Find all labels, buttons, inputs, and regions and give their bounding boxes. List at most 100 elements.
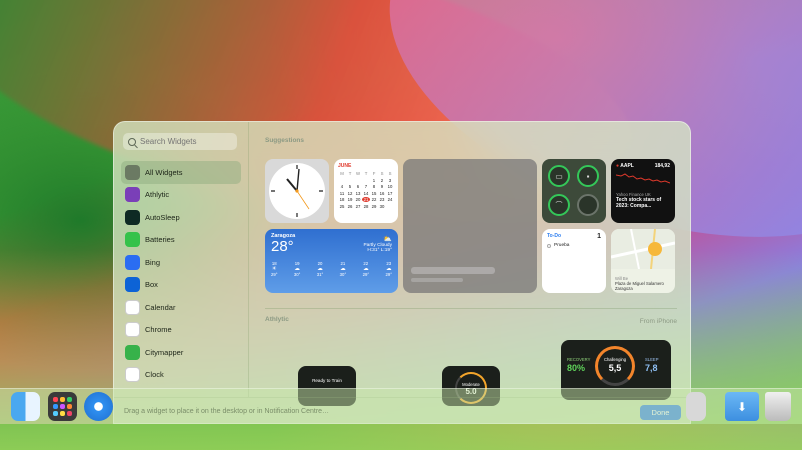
sidebar-item-label: Box — [145, 280, 158, 290]
search-icon — [128, 137, 136, 146]
todo-item[interactable]: Prueba — [547, 243, 601, 248]
safari-icon[interactable] — [84, 392, 113, 421]
calendar-date: 26 — [347, 203, 353, 209]
map-tile — [611, 229, 675, 270]
weather-widget[interactable]: Zaragoza 28° ⛅ Partly Cloudy H:31° L:19°… — [265, 229, 398, 293]
clock-icon — [125, 367, 140, 383]
trash-icon[interactable] — [765, 392, 791, 421]
section-divider — [265, 308, 677, 309]
todo-task: Prueba — [554, 243, 570, 248]
dock — [0, 388, 802, 424]
airpods-battery-icon: ⌒ — [548, 194, 570, 216]
sidebar-item[interactable]: Batteries — [121, 229, 241, 252]
maps-widget[interactable]: Will Be Plaza de Miguel Salamero Zaragoz… — [611, 229, 675, 293]
calendar-date: 19 — [347, 197, 353, 202]
batteries-widget[interactable]: ▭ ▪ ⌒ — [542, 159, 606, 223]
sidebar-item[interactable]: Athlytic — [121, 184, 241, 207]
forecast-temp: 31° — [316, 272, 324, 277]
calendar-widget[interactable]: JUNE M T W T F S S 1 2 3 4 5 6 7 8 9 10 11 12 13 14 15 16 17 18 1… — [334, 159, 398, 223]
forecast-hour: 23 ☁ 29° — [385, 261, 392, 277]
forecast-hour: 22 ☁ 29° — [363, 261, 370, 277]
checkbox-icon[interactable] — [547, 243, 551, 248]
athlytic-ready-label: Ready to Train — [312, 378, 342, 383]
sidebar: All Widgets Athlytic AutoSleep Batteries Bin… — [114, 122, 249, 397]
sidebar-item[interactable]: Citymapper — [121, 341, 241, 364]
calendar-date: 27 — [355, 203, 361, 209]
calendar-date: 29 — [371, 203, 377, 209]
downloads-folder-icon[interactable]: ⬇ — [725, 392, 759, 421]
calendar-date: 16 — [379, 190, 385, 196]
sidebar-item[interactable]: Box — [121, 274, 241, 297]
calendar-date: 8 — [372, 184, 376, 189]
calendar-date: 22 — [371, 197, 377, 202]
calendar-date: 11 — [339, 190, 345, 196]
calendar-weekday: F — [372, 171, 376, 176]
clock-widget[interactable] — [265, 159, 329, 223]
todo-count: 1 — [597, 233, 601, 240]
stock-headline: Tech stock stars of 2023: Compa... — [616, 197, 662, 209]
forecast-hour: 21 ☁ 30° — [340, 261, 347, 277]
sidebar-item-label: Citymapper — [145, 347, 184, 357]
calendar-date — [362, 178, 370, 183]
widget-content: Suggestions JUNE M T W T F S S 1 2 3 4 5 6 7 8 9 10 11 12 1… — [250, 122, 690, 406]
challenging-label: Challenging — [603, 357, 627, 362]
app-icon-partial[interactable] — [686, 392, 706, 421]
calendar-weekday: S — [388, 171, 392, 176]
sidebar-item-label: Batteries — [145, 235, 175, 245]
forecast-temp: 29° — [362, 272, 370, 277]
calendar-weekday: W — [355, 171, 361, 176]
forecast-temp: 29° — [385, 272, 392, 277]
calendar-weekday: M — [340, 171, 344, 176]
forecast-temp: 30° — [293, 272, 301, 277]
forecast-hour: 18 ☀ 29° — [271, 261, 278, 277]
calendar-date — [338, 178, 346, 183]
cloud-sun-icon: ⛅ — [383, 236, 392, 243]
sidebar-item[interactable]: AutoSleep — [121, 206, 241, 229]
recovery-label: RECOVERY — [567, 357, 591, 362]
phone-battery-icon: ▪ — [577, 165, 599, 187]
forecast-hour: 20 ☁ 31° — [317, 261, 324, 277]
forecast-temp: 30° — [339, 272, 347, 277]
calendar-date: 24 — [387, 197, 393, 202]
calendar-icon — [125, 299, 140, 315]
sidebar-item-label: Clock — [145, 370, 164, 380]
hourly-forecast: 18 ☀ 29° 19 ☁ 30° 20 ☁ 31° 21 ☁ 30° 22 ☁ 29° 23 ☁ 29° — [271, 261, 392, 277]
stock-sparkline — [615, 173, 671, 184]
calendar-date: 20 — [355, 197, 361, 202]
empty-battery-icon — [577, 194, 599, 216]
sidebar-item-label: Chrome — [145, 325, 172, 335]
calendar-date: 30 — [379, 203, 385, 209]
calendar-date — [346, 178, 354, 183]
laptop-battery-icon: ▭ — [548, 165, 570, 187]
loading-widget-placeholder[interactable] — [403, 159, 537, 293]
sidebar-item[interactable]: Chrome — [121, 319, 241, 342]
todo-widget[interactable]: To-Do 1 Prueba — [542, 229, 606, 293]
sidebar-item-label: Athlytic — [145, 190, 170, 200]
sidebar-item[interactable]: Bing — [121, 251, 241, 274]
chrome-icon — [125, 322, 140, 338]
sidebar-item[interactable]: Clock — [121, 364, 241, 387]
calendar-date: 12 — [347, 190, 353, 196]
search-input[interactable] — [140, 137, 230, 146]
sidebar-item[interactable]: All Widgets — [121, 161, 241, 184]
launchpad-icon[interactable] — [48, 392, 77, 421]
sidebar-item[interactable]: Calendar — [121, 296, 241, 319]
calendar-date: 23 — [379, 197, 385, 202]
finder-icon[interactable] — [11, 392, 40, 421]
sidebar-item-label: AutoSleep — [145, 212, 180, 222]
sleep-label: SLEEP — [645, 357, 659, 362]
stocks-widget[interactable]: ● AAPL 184,92 Yahoo Finance UK Tech stoc… — [611, 159, 675, 223]
widget-gallery-panel: All Widgets Athlytic AutoSleep Batteries Bin… — [113, 121, 691, 424]
calendar-date: 15 — [371, 190, 377, 196]
calendar-date: 2 — [380, 177, 384, 183]
sidebar-list: All Widgets Athlytic AutoSleep Batteries Bin… — [121, 161, 241, 386]
calendar-month: JUNE — [338, 163, 352, 169]
forecast-temp: 29° — [271, 272, 278, 277]
battery-icon — [125, 232, 140, 248]
stock-price: 184,92 — [654, 163, 670, 169]
search-field[interactable] — [123, 133, 237, 150]
autosleep-icon — [125, 209, 140, 225]
calendar-weekday: S — [380, 171, 384, 176]
calendar-date: 25 — [339, 203, 345, 209]
calendar-date: 1 — [372, 177, 376, 183]
